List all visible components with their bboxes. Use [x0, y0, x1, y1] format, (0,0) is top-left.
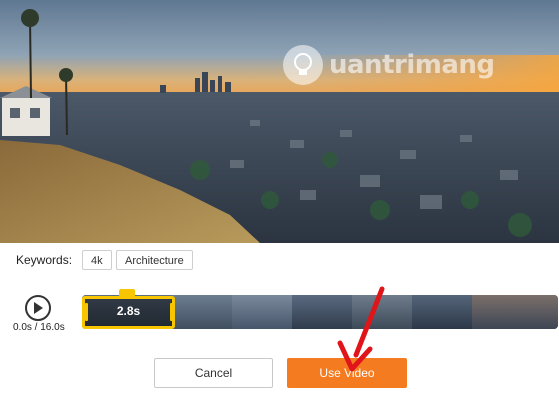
- trim-handle-right[interactable]: [170, 303, 173, 321]
- keyword-tag-4k[interactable]: 4k: [82, 250, 112, 270]
- keyword-tag-architecture[interactable]: Architecture: [116, 250, 193, 270]
- timeline-frame: [412, 295, 472, 329]
- time-readout: 0.0s / 16.0s: [13, 322, 65, 333]
- trim-handle-left[interactable]: [85, 303, 88, 321]
- cancel-button[interactable]: Cancel: [154, 358, 273, 388]
- video-preview: uantrimang: [0, 0, 559, 243]
- timeline-frame: [472, 295, 558, 329]
- trim-selection[interactable]: 2.8s: [82, 296, 175, 329]
- timeline-frame: [232, 295, 292, 329]
- watermark-text: uantrimang: [329, 50, 495, 80]
- play-button[interactable]: [25, 295, 51, 321]
- keywords-row: Keywords: 4k Architecture: [0, 243, 559, 277]
- trim-duration-label: 2.8s: [116, 304, 141, 318]
- watermark-logo: uantrimang: [283, 40, 495, 90]
- video-frame-image: [0, 0, 559, 243]
- red-arrow-annotation: [337, 286, 385, 372]
- lightbulb-icon: [283, 45, 323, 85]
- play-icon: [34, 302, 43, 314]
- timeline-frame: [172, 295, 232, 329]
- keywords-label: Keywords:: [16, 253, 73, 267]
